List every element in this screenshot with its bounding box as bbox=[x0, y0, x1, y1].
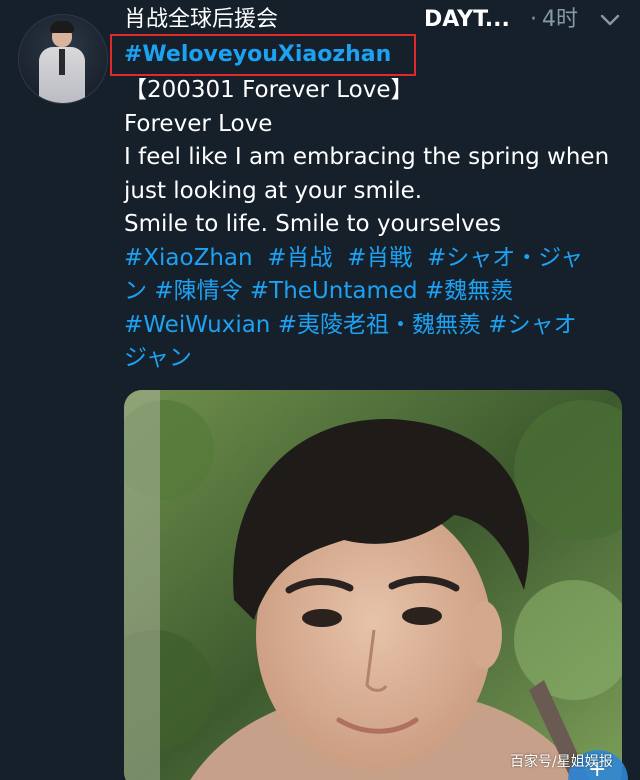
tweet-text: 【200301 Forever Love】 Forever Love I feel … bbox=[124, 74, 630, 376]
separator-dot: · bbox=[530, 7, 537, 32]
tweet-line: Forever Love bbox=[124, 108, 630, 142]
hashtag-link[interactable]: #XiaoZhan bbox=[124, 245, 253, 271]
tweet-line: just looking at your smile. bbox=[124, 175, 630, 209]
author-handle[interactable]: DAYT... bbox=[424, 4, 510, 36]
tweet-text-segment bbox=[270, 312, 277, 338]
tweet-line: Smile to life. Smile to yourselves bbox=[124, 208, 630, 242]
hashtag-link[interactable]: #シャオ bbox=[488, 312, 576, 338]
tweet-text-segment bbox=[243, 278, 250, 304]
author-name[interactable]: 肖战全球后援会 bbox=[124, 4, 278, 36]
tweet-text-segment bbox=[333, 245, 348, 271]
tweet-text-segment: I feel like I am embracing the spring wh… bbox=[124, 144, 610, 170]
hashtag-link[interactable]: #魏無羨 bbox=[425, 278, 513, 304]
avatar[interactable] bbox=[18, 14, 108, 104]
tweet-line: ジャン bbox=[124, 342, 630, 376]
tweet-text-segment bbox=[418, 278, 425, 304]
tweet-text-segment bbox=[253, 245, 268, 271]
hashtag-link[interactable]: #TheUntamed bbox=[250, 278, 418, 304]
hashtag-link[interactable]: #肖战 bbox=[267, 245, 332, 271]
hashtag-link[interactable]: #肖戦 bbox=[347, 245, 412, 271]
hashtag-link[interactable]: ジャン bbox=[124, 345, 192, 371]
hashtag-link[interactable]: #シャオ・ジャ bbox=[427, 245, 583, 271]
hashtag-link[interactable]: #WeiWuxian bbox=[124, 312, 270, 338]
tweet-line: 【200301 Forever Love】 bbox=[124, 74, 630, 108]
tweet-line: #WeiWuxian #夷陵老祖・魏無羨 #シャオ bbox=[124, 309, 630, 343]
tweet-line: #XiaoZhan #肖战 #肖戦 #シャオ・ジャ bbox=[124, 242, 630, 276]
highlighted-hashtag[interactable]: #WeloveyouXiaozhan bbox=[124, 38, 391, 72]
tweet-line: I feel like I am embracing the spring wh… bbox=[124, 141, 630, 175]
hashtag-link[interactable]: ン bbox=[124, 278, 147, 304]
timestamp[interactable]: 4时 bbox=[542, 4, 578, 36]
tweet-photo[interactable] bbox=[124, 390, 622, 780]
chevron-down-icon[interactable] bbox=[596, 6, 624, 34]
avatar-tie-shape bbox=[59, 49, 65, 75]
tweet-text-segment: just looking at your smile. bbox=[124, 177, 423, 204]
hashtag-link[interactable]: #陳情令 bbox=[154, 278, 242, 304]
tweet-text-segment: Forever Love bbox=[124, 110, 273, 137]
tweet-text-segment: 【200301 Forever Love】 bbox=[124, 77, 414, 103]
tweet-text-segment bbox=[412, 245, 427, 271]
hashtag-link[interactable]: #夷陵老祖・魏無羨 bbox=[278, 312, 481, 338]
avatar-hair-shape bbox=[50, 21, 74, 33]
tweet-line: ン #陳情令 #TheUntamed #魏無羨 bbox=[124, 275, 630, 309]
watermark-text: 百家号/星姐娱报 bbox=[510, 754, 613, 770]
tweet-text-segment: Smile to life. Smile to yourselves bbox=[124, 211, 501, 237]
